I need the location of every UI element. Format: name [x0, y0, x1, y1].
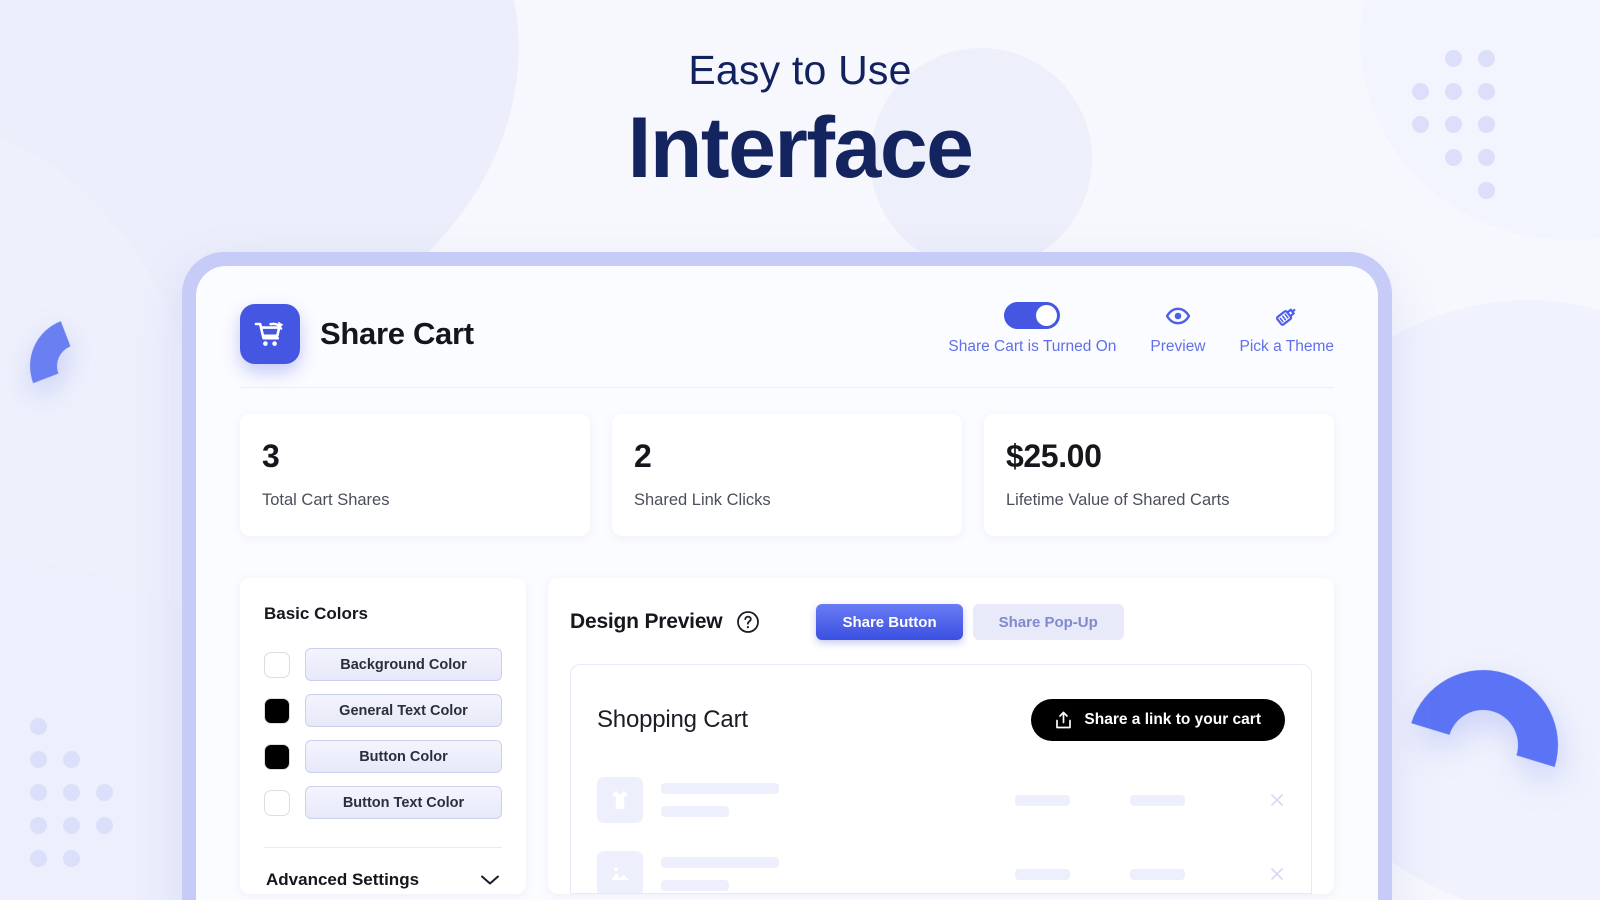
stat-value: 2 [634, 438, 652, 474]
dot-grid-bottom-left [30, 718, 113, 867]
stat-value: 3 [262, 438, 280, 474]
stat-card-total-cart-shares: 3 Total Cart Shares [240, 414, 590, 536]
paintbrush-icon [1274, 302, 1300, 329]
share-cart-logo-icon [240, 304, 300, 364]
skeleton-bar [1130, 794, 1185, 806]
close-x-icon[interactable] [1269, 792, 1285, 808]
skeleton-bar [1015, 868, 1070, 880]
general-text-color-button[interactable]: General Text Color [305, 694, 502, 727]
button-text-color-button[interactable]: Button Text Color [305, 786, 502, 819]
design-preview-title: Design Preview [570, 610, 723, 633]
cart-skeleton-rows [597, 777, 1285, 893]
swatch-background-color[interactable] [264, 651, 290, 678]
stat-card-shared-link-clicks: 2 Shared Link Clicks [612, 414, 962, 536]
chevron-down-icon [480, 874, 500, 886]
skeleton-bar [1015, 794, 1070, 806]
cart-preview-header: Shopping Cart Share a link to your cart [597, 699, 1285, 741]
swatch-button-text-color[interactable] [264, 789, 290, 816]
skeleton-text-lines [661, 857, 921, 891]
app-header: Share Cart Share Cart is Turned On Previ… [196, 266, 1378, 364]
image-icon [597, 851, 643, 893]
tab-share-popup[interactable]: Share Pop-Up [972, 604, 1124, 640]
brand-name: Share Cart [320, 316, 474, 351]
color-rows: Background Color General Text Color Butt… [264, 648, 502, 819]
skeleton-bar [661, 783, 779, 794]
eye-icon [1165, 302, 1191, 329]
skeleton-text-lines [661, 783, 921, 817]
app-window-frame: Share Cart Share Cart is Turned On Previ… [182, 252, 1392, 900]
color-row-background: Background Color [264, 648, 502, 681]
tab-share-button[interactable]: Share Button [816, 604, 963, 640]
stat-value: $25.00 [1006, 438, 1102, 474]
cart-skeleton-row [597, 851, 1285, 893]
app-window: Share Cart Share Cart is Turned On Previ… [196, 266, 1378, 900]
close-x-icon[interactable] [1269, 866, 1285, 882]
hero-subtitle: Easy to Use [688, 47, 912, 93]
hero-heading: Easy to Use Interface [0, 47, 1600, 197]
question-circle-icon[interactable] [736, 610, 760, 634]
share-cart-toggle[interactable] [1004, 302, 1061, 329]
header-actions: Share Cart is Turned On Preview Pick a T… [948, 296, 1334, 356]
color-row-button-text: Button Text Color [264, 786, 502, 819]
hero-title: Interface [627, 100, 975, 197]
stat-label: Shared Link Clicks [634, 491, 771, 509]
pick-theme-action[interactable]: Pick a Theme [1240, 302, 1334, 356]
share-cart-toggle-group[interactable]: Share Cart is Turned On [948, 302, 1116, 356]
stat-cards: 3 Total Cart Shares 2 Shared Link Clicks… [196, 388, 1378, 536]
swatch-button-color[interactable] [264, 743, 290, 770]
button-color-button[interactable]: Button Color [305, 740, 502, 773]
background-color-button[interactable]: Background Color [305, 648, 502, 681]
decorative-arc-left [14, 302, 142, 430]
advanced-settings-row[interactable]: Advanced Settings [264, 848, 502, 890]
color-row-button: Button Color [264, 740, 502, 773]
skeleton-bar [1130, 868, 1185, 880]
basic-colors-panel: Basic Colors Background Color General Te… [240, 578, 526, 894]
page-root: Easy to Use Interface Share Cart Share C… [0, 0, 1600, 900]
skeleton-bar [661, 806, 729, 817]
stat-card-lifetime-value: $25.00 Lifetime Value of Shared Carts [984, 414, 1334, 536]
shopping-cart-title: Shopping Cart [597, 706, 748, 733]
skeleton-bar [661, 857, 779, 868]
share-upload-icon [1055, 711, 1072, 730]
basic-colors-title: Basic Colors [264, 604, 368, 623]
skeleton-bar [661, 880, 729, 891]
design-preview-header: Design Preview Share Button Share Pop-Up [570, 604, 1312, 640]
preview-label: Preview [1150, 338, 1206, 355]
pick-theme-label: Pick a Theme [1239, 338, 1334, 355]
swatch-general-text-color[interactable] [264, 697, 290, 724]
design-preview-tabs: Share Button Share Pop-Up [816, 604, 1124, 640]
decorative-arc-right [1381, 643, 1585, 847]
cart-preview-stage: Shopping Cart Share a link to your cart [570, 664, 1312, 894]
share-link-button-label: Share a link to your cart [1084, 711, 1261, 728]
stat-label: Total Cart Shares [262, 491, 390, 509]
lower-section: Basic Colors Background Color General Te… [196, 536, 1378, 894]
tshirt-icon [597, 777, 643, 823]
share-cart-toggle-label: Share Cart is Turned On [948, 338, 1117, 355]
toggle-knob [1036, 305, 1058, 326]
design-preview-panel: Design Preview Share Button Share Pop-Up [548, 578, 1334, 894]
preview-action[interactable]: Preview [1150, 302, 1206, 356]
color-row-general-text: General Text Color [264, 694, 502, 727]
advanced-settings-label: Advanced Settings [266, 870, 420, 889]
brand: Share Cart [240, 296, 474, 364]
cart-skeleton-row [597, 777, 1285, 823]
share-link-button[interactable]: Share a link to your cart [1031, 699, 1285, 741]
stat-label: Lifetime Value of Shared Carts [1006, 491, 1230, 509]
